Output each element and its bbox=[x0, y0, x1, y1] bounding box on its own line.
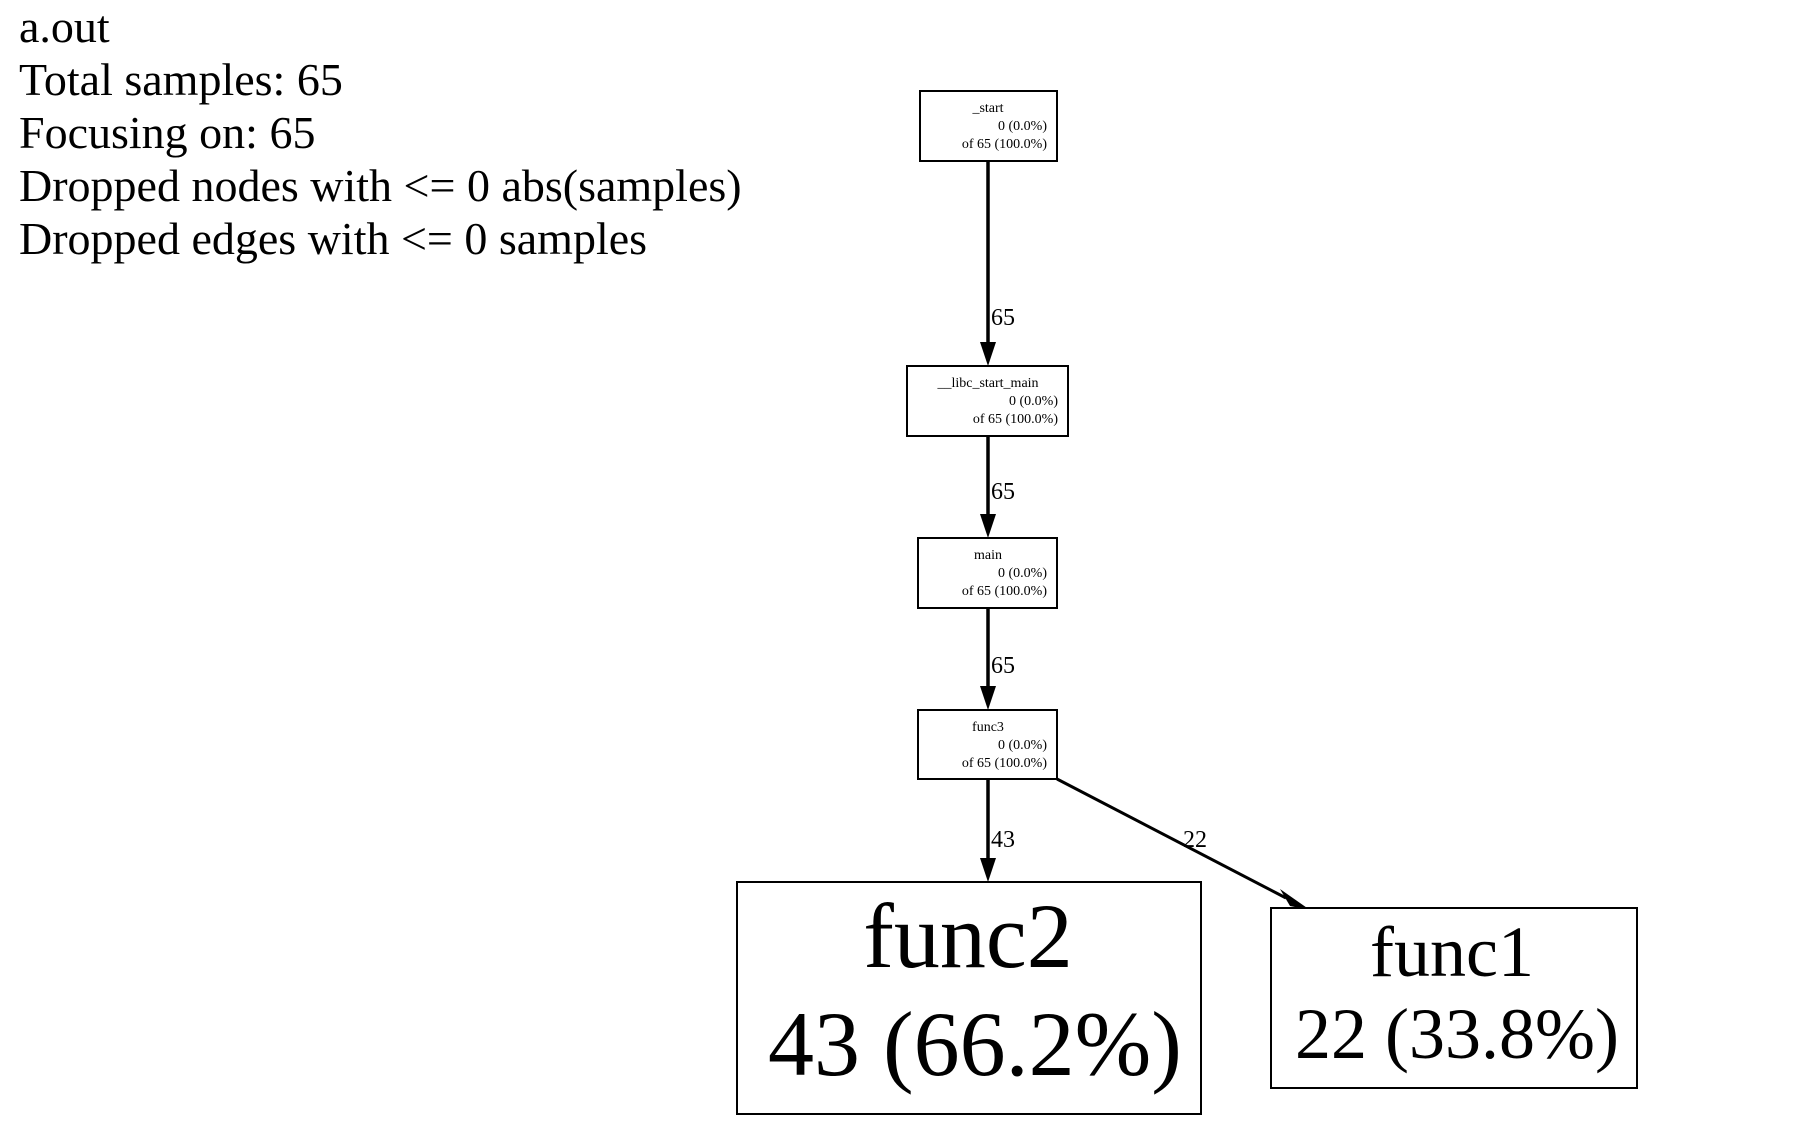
node-flat: 43 (66.2%) bbox=[768, 993, 1182, 1095]
node-name: func1 bbox=[1370, 912, 1534, 992]
node-flat: 0 (0.0%) bbox=[998, 119, 1047, 134]
node-cum: of 65 (100.0%) bbox=[962, 756, 1047, 771]
node-start[interactable]: _start 0 (0.0%) of 65 (100.0%) bbox=[919, 90, 1058, 162]
node-flat: 0 (0.0%) bbox=[998, 566, 1047, 581]
edge-label: 43 bbox=[991, 827, 1015, 853]
node-flat: 0 (0.0%) bbox=[1009, 394, 1058, 409]
edge-label: 65 bbox=[991, 653, 1015, 679]
node-name: __libc_start_main bbox=[936, 376, 1038, 391]
node-flat: 22 (33.8%) bbox=[1295, 994, 1619, 1074]
node-name: func3 bbox=[972, 720, 1004, 735]
edge-start-to-libc[interactable]: 65 bbox=[980, 161, 1015, 366]
node-func2[interactable]: func2 43 (66.2%) bbox=[736, 881, 1202, 1115]
edge-label: 65 bbox=[991, 479, 1015, 505]
node-func1[interactable]: func1 22 (33.8%) bbox=[1270, 907, 1638, 1089]
node-libc-start-main[interactable]: __libc_start_main 0 (0.0%) of 65 (100.0%… bbox=[906, 365, 1069, 437]
node-cum: of 65 (100.0%) bbox=[973, 412, 1058, 427]
node-name: main bbox=[974, 548, 1002, 563]
node-name: func2 bbox=[863, 885, 1072, 987]
edge-main-to-func3[interactable]: 65 bbox=[980, 608, 1015, 710]
node-main[interactable]: main 0 (0.0%) of 65 (100.0%) bbox=[917, 537, 1058, 609]
edge-label: 22 bbox=[1183, 827, 1207, 853]
node-cum: of 65 (100.0%) bbox=[962, 137, 1047, 152]
node-name: _start bbox=[971, 101, 1003, 116]
node-flat: 0 (0.0%) bbox=[998, 738, 1047, 753]
node-cum: of 65 (100.0%) bbox=[962, 584, 1047, 599]
edge-libc-to-main[interactable]: 65 bbox=[980, 436, 1015, 538]
call-graph: 65 65 65 43 22 _start 0 (0.0%) of 65 (10… bbox=[736, 90, 1638, 1115]
edge-func3-to-func2[interactable]: 43 bbox=[980, 779, 1015, 882]
node-func3[interactable]: func3 0 (0.0%) of 65 (100.0%) bbox=[917, 709, 1058, 780]
edge-label: 65 bbox=[991, 305, 1015, 331]
